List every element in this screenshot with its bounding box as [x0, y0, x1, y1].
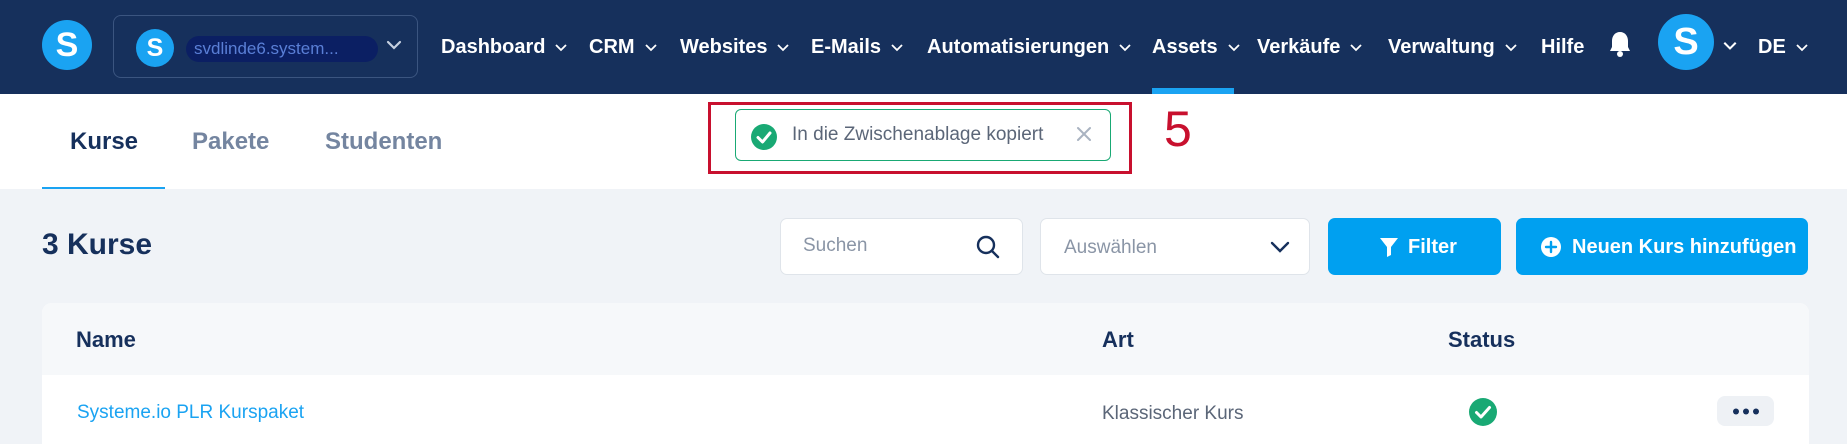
table-header: Name Art Status — [42, 303, 1809, 375]
chevron-down-icon — [1350, 44, 1363, 52]
top-navigation-bar: S S svdlinde6.system... Dashboard CRM We… — [0, 0, 1847, 94]
check-circle-icon — [751, 124, 777, 150]
course-type: Klassischer Kurs — [1102, 403, 1244, 424]
tab-kurse[interactable]: Kurse — [70, 94, 138, 189]
nav-item-emails[interactable]: E-Mails — [811, 0, 904, 94]
chevron-down-icon — [386, 40, 402, 50]
search-input[interactable] — [803, 235, 963, 257]
nav-item-label: CRM — [589, 35, 635, 58]
nav-item-crm[interactable]: CRM — [589, 0, 658, 94]
language-selector[interactable]: DE — [1758, 0, 1809, 94]
column-header-status[interactable]: Status — [1448, 327, 1515, 353]
nav-item-label: Verwaltung — [1388, 35, 1495, 58]
nav-item-label: Automatisierungen — [927, 35, 1110, 58]
courses-table: Name Art Status Systeme.io PLR Kurspaket… — [42, 303, 1809, 444]
chevron-down-icon — [1505, 44, 1517, 52]
nav-item-automatisierungen[interactable]: Automatisierungen — [927, 0, 1132, 94]
workspace-name: svdlinde6.system... — [186, 36, 378, 62]
select-placeholder: Auswählen — [1064, 237, 1157, 258]
row-actions-button[interactable] — [1717, 396, 1774, 426]
nav-item-label: Websites — [680, 35, 768, 58]
filter-button-label: Filter — [1408, 236, 1457, 258]
chevron-down-icon — [777, 44, 790, 52]
chevron-down-icon — [891, 44, 903, 52]
user-avatar[interactable]: S — [1658, 14, 1714, 70]
filter-icon — [1380, 238, 1398, 257]
chevron-down-icon — [1119, 44, 1131, 52]
nav-item-dashboard[interactable]: Dashboard — [441, 0, 568, 94]
toast-message: In die Zwischenablage kopiert — [792, 124, 1044, 145]
nav-item-label: E-Mails — [811, 35, 882, 58]
filter-button[interactable]: Filter — [1328, 218, 1501, 275]
nav-item-label: Hilfe — [1541, 35, 1585, 58]
language-label: DE — [1758, 35, 1786, 58]
add-course-button-label: Neuen Kurs hinzufügen — [1572, 236, 1797, 258]
page-title: 3 Kurse — [42, 228, 153, 261]
more-horizontal-icon — [1733, 408, 1759, 415]
chevron-down-icon — [644, 44, 657, 52]
chevron-down-icon — [1270, 241, 1290, 253]
status-active-icon — [1469, 398, 1497, 426]
nav-item-assets[interactable]: Assets — [1152, 0, 1241, 94]
nav-item-help[interactable]: Hilfe — [1541, 0, 1584, 94]
close-icon[interactable] — [1074, 124, 1094, 144]
chevron-down-icon — [555, 44, 568, 52]
chevron-down-icon — [1227, 44, 1240, 52]
type-select[interactable]: Auswählen — [1040, 218, 1310, 275]
tab-active-indicator — [42, 187, 165, 189]
workspace-switcher[interactable]: S svdlinde6.system... — [113, 15, 418, 78]
course-name-link[interactable]: Systeme.io PLR Kurspaket — [77, 402, 304, 424]
toast-notification: In die Zwischenablage kopiert — [735, 109, 1111, 161]
nav-item-websites[interactable]: Websites — [680, 0, 790, 94]
plus-circle-icon — [1541, 237, 1561, 257]
add-course-button[interactable]: Neuen Kurs hinzufügen — [1516, 218, 1808, 275]
annotation-step-number: 5 — [1164, 101, 1192, 157]
nav-item-label: Verkäufe — [1257, 35, 1341, 58]
tab-studenten[interactable]: Studenten — [325, 94, 442, 189]
workspace-logo: S — [136, 29, 174, 67]
search-field[interactable] — [780, 218, 1023, 275]
nav-item-verkaeufe[interactable]: Verkäufe — [1257, 0, 1363, 94]
nav-item-label: Dashboard — [441, 35, 546, 58]
column-header-type[interactable]: Art — [1102, 327, 1134, 353]
bell-icon[interactable] — [1608, 30, 1632, 58]
chevron-down-icon — [1796, 44, 1808, 52]
column-header-name[interactable]: Name — [76, 327, 136, 353]
search-icon[interactable] — [975, 234, 1001, 260]
tab-pakete[interactable]: Pakete — [192, 94, 269, 189]
app-logo[interactable]: S — [42, 20, 92, 70]
chevron-down-icon[interactable] — [1722, 37, 1738, 53]
nav-item-verwaltung[interactable]: Verwaltung — [1388, 0, 1518, 94]
nav-item-label: Assets — [1152, 35, 1218, 58]
